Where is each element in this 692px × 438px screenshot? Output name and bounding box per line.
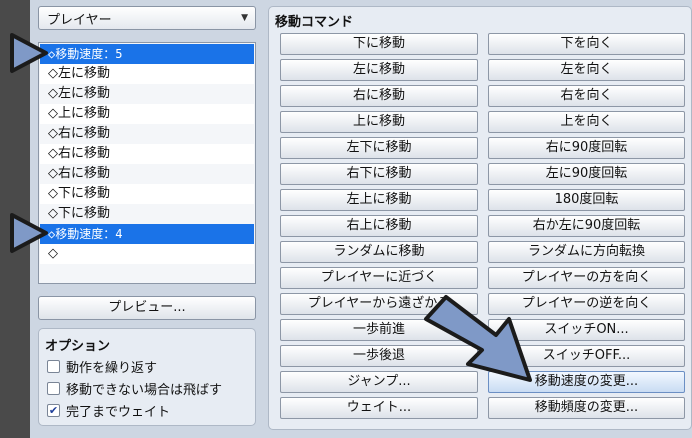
cmd-turn-random[interactable]: ランダムに方向転換 <box>488 241 685 263</box>
cmd-move-up[interactable]: 上に移動 <box>280 111 478 133</box>
cmd-move-upper-right[interactable]: 右上に移動 <box>280 215 478 237</box>
options-title: オプション <box>45 339 111 354</box>
cmd-turn-90-left[interactable]: 左に90度回転 <box>488 163 685 185</box>
left-dark-strip <box>0 0 30 438</box>
cmd-move-lower-left[interactable]: 左下に移動 <box>280 137 478 159</box>
cmd-move-backward[interactable]: 一歩後退 <box>280 345 478 367</box>
cmd-move-forward[interactable]: 一歩前進 <box>280 319 478 341</box>
cmd-switch-off[interactable]: スイッチOFF... <box>488 345 685 367</box>
cmd-move-upper-left[interactable]: 左上に移動 <box>280 189 478 211</box>
list-item[interactable]: ◇ <box>40 244 254 264</box>
list-item[interactable]: ◇左に移動 <box>40 64 254 84</box>
list-item[interactable]: ◇右に移動 <box>40 144 254 164</box>
cmd-turn-left[interactable]: 左を向く <box>488 59 685 81</box>
cmd-turn-up[interactable]: 上を向く <box>488 111 685 133</box>
list-item[interactable]: ◇右に移動 <box>40 164 254 184</box>
cmd-turn-toward-player[interactable]: プレイヤーの方を向く <box>488 267 685 289</box>
cmd-turn-180[interactable]: 180度回転 <box>488 189 685 211</box>
target-select[interactable]: プレイヤー ▼ <box>38 6 256 30</box>
cmd-switch-on[interactable]: スイッチON... <box>488 319 685 341</box>
list-item[interactable]: ◇右に移動 <box>40 124 254 144</box>
target-select-value: プレイヤー <box>47 12 112 28</box>
list-item[interactable]: ◇下に移動 <box>40 204 254 224</box>
list-item[interactable]: ◇上に移動 <box>40 104 254 124</box>
cmd-move-toward-player[interactable]: プレイヤーに近づく <box>280 267 478 289</box>
option-skip[interactable]: 移動できない場合は飛ばす <box>47 379 222 398</box>
option-label: 完了までウェイト <box>66 405 171 420</box>
cmd-turn-right[interactable]: 右を向く <box>488 85 685 107</box>
preview-button[interactable]: プレビュー... <box>38 296 256 320</box>
cmd-turn-90-right[interactable]: 右に90度回転 <box>488 137 685 159</box>
cmd-move-lower-right[interactable]: 右下に移動 <box>280 163 478 185</box>
option-repeat[interactable]: 動作を繰り返す <box>47 357 157 376</box>
checkbox[interactable] <box>47 382 60 395</box>
cmd-move-random[interactable]: ランダムに移動 <box>280 241 478 263</box>
cmd-wait[interactable]: ウェイト... <box>280 397 478 419</box>
option-wait[interactable]: ✔ 完了までウェイト <box>47 401 170 420</box>
checkbox-checked[interactable]: ✔ <box>47 404 60 417</box>
cmd-change-speed[interactable]: 移動速度の変更... <box>488 371 685 393</box>
cmd-change-frequency[interactable]: 移動頻度の変更... <box>488 397 685 419</box>
list-item[interactable]: ◇移動速度：5 <box>40 44 254 64</box>
panel-title: 移動コマンド <box>275 15 354 30</box>
list-item[interactable]: ◇移動速度：4 <box>40 224 254 244</box>
options-group: オプション 動作を繰り返す 移動できない場合は飛ばす ✔ 完了までウェイト <box>38 328 256 426</box>
cmd-move-left[interactable]: 左に移動 <box>280 59 478 81</box>
cmd-turn-down[interactable]: 下を向く <box>488 33 685 55</box>
option-label: 動作を繰り返す <box>66 361 158 376</box>
option-label: 移動できない場合は飛ばす <box>66 383 223 398</box>
cmd-move-down[interactable]: 下に移動 <box>280 33 478 55</box>
chevron-down-icon: ▼ <box>241 13 248 23</box>
move-commands-panel: 移動コマンド 下に移動 左に移動 右に移動 上に移動 左下に移動 右下に移動 左… <box>268 6 692 430</box>
list-item[interactable]: ◇左に移動 <box>40 84 254 104</box>
checkbox[interactable] <box>47 360 60 373</box>
cmd-turn-away-from-player[interactable]: プレイヤーの逆を向く <box>488 293 685 315</box>
cmd-jump[interactable]: ジャンプ... <box>280 371 478 393</box>
route-list[interactable]: ◇移動速度：5 ◇左に移動 ◇左に移動 ◇上に移動 ◇右に移動 ◇右に移動 ◇右… <box>38 42 256 284</box>
cmd-turn-90-random[interactable]: 右か左に90度回転 <box>488 215 685 237</box>
cmd-move-away-from-player[interactable]: プレイヤーから遠ざかる <box>280 293 478 315</box>
cmd-move-right[interactable]: 右に移動 <box>280 85 478 107</box>
list-item[interactable]: ◇下に移動 <box>40 184 254 204</box>
